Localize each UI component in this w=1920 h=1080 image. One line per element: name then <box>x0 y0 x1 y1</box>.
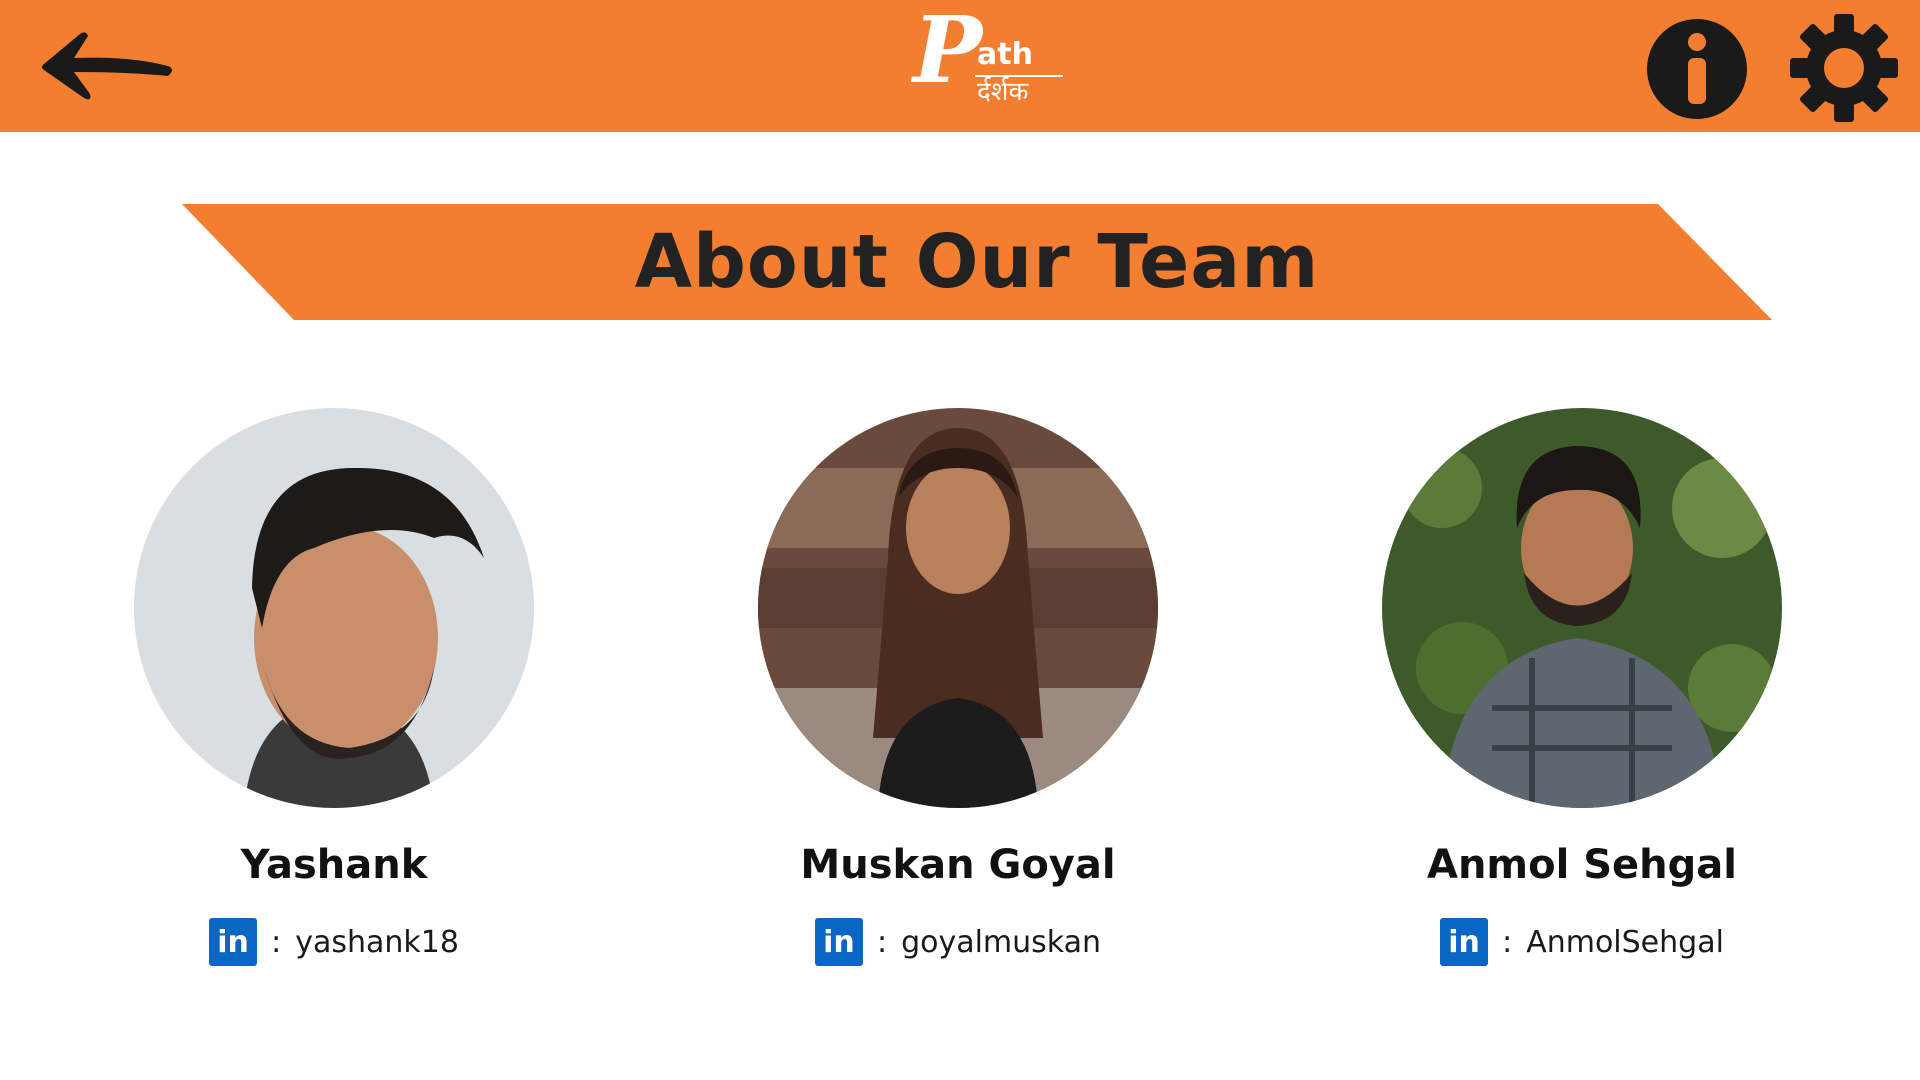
logo-letter: P <box>913 0 983 104</box>
back-button[interactable] <box>40 28 176 104</box>
avatar <box>758 408 1158 808</box>
separator: : <box>876 924 888 960</box>
member-name: Anmol Sehgal <box>1427 842 1737 888</box>
info-icon <box>1647 19 1747 119</box>
linkedin-handle[interactable]: yashank18 <box>295 925 459 960</box>
linkedin-row: in : goyalmuskan <box>748 916 1168 968</box>
linkedin-handle[interactable]: goyalmuskan <box>901 925 1101 960</box>
gear-icon <box>1790 14 1898 122</box>
linkedin-row: in : yashank18 <box>124 916 544 968</box>
linkedin-row: in : AnmolSehgal <box>1372 916 1792 968</box>
team-member-card: Anmol Sehgal in : AnmolSehgal <box>1372 408 1792 978</box>
linkedin-icon[interactable]: in <box>814 918 863 966</box>
logo-subtitle: र्दर्शक <box>977 77 1029 107</box>
page-title: About Our Team <box>634 219 1320 305</box>
linkedin-icon[interactable]: in <box>209 918 258 966</box>
top-bar: P ath र्दर्शक <box>0 0 1920 132</box>
linkedin-handle[interactable]: AnmolSehgal <box>1526 925 1724 960</box>
separator: : <box>271 924 282 960</box>
linkedin-icon[interactable]: in <box>1440 918 1489 966</box>
separator: : <box>1502 924 1513 960</box>
team-member-card: Yashank in : yashank18 <box>124 408 544 978</box>
arrow-left-icon <box>42 32 172 100</box>
info-button[interactable] <box>1646 18 1748 120</box>
team-member-card: Muskan Goyal in : goyalmuskan <box>748 408 1168 978</box>
logo-text: ath <box>977 37 1033 72</box>
member-name: Muskan Goyal <box>800 842 1116 888</box>
member-name: Yashank <box>240 842 428 888</box>
section-banner: About Our Team <box>182 204 1772 320</box>
avatar <box>1382 408 1782 808</box>
avatar <box>134 408 534 808</box>
settings-button[interactable] <box>1788 12 1900 124</box>
app-logo: P ath र्दर्शक <box>905 4 1065 120</box>
